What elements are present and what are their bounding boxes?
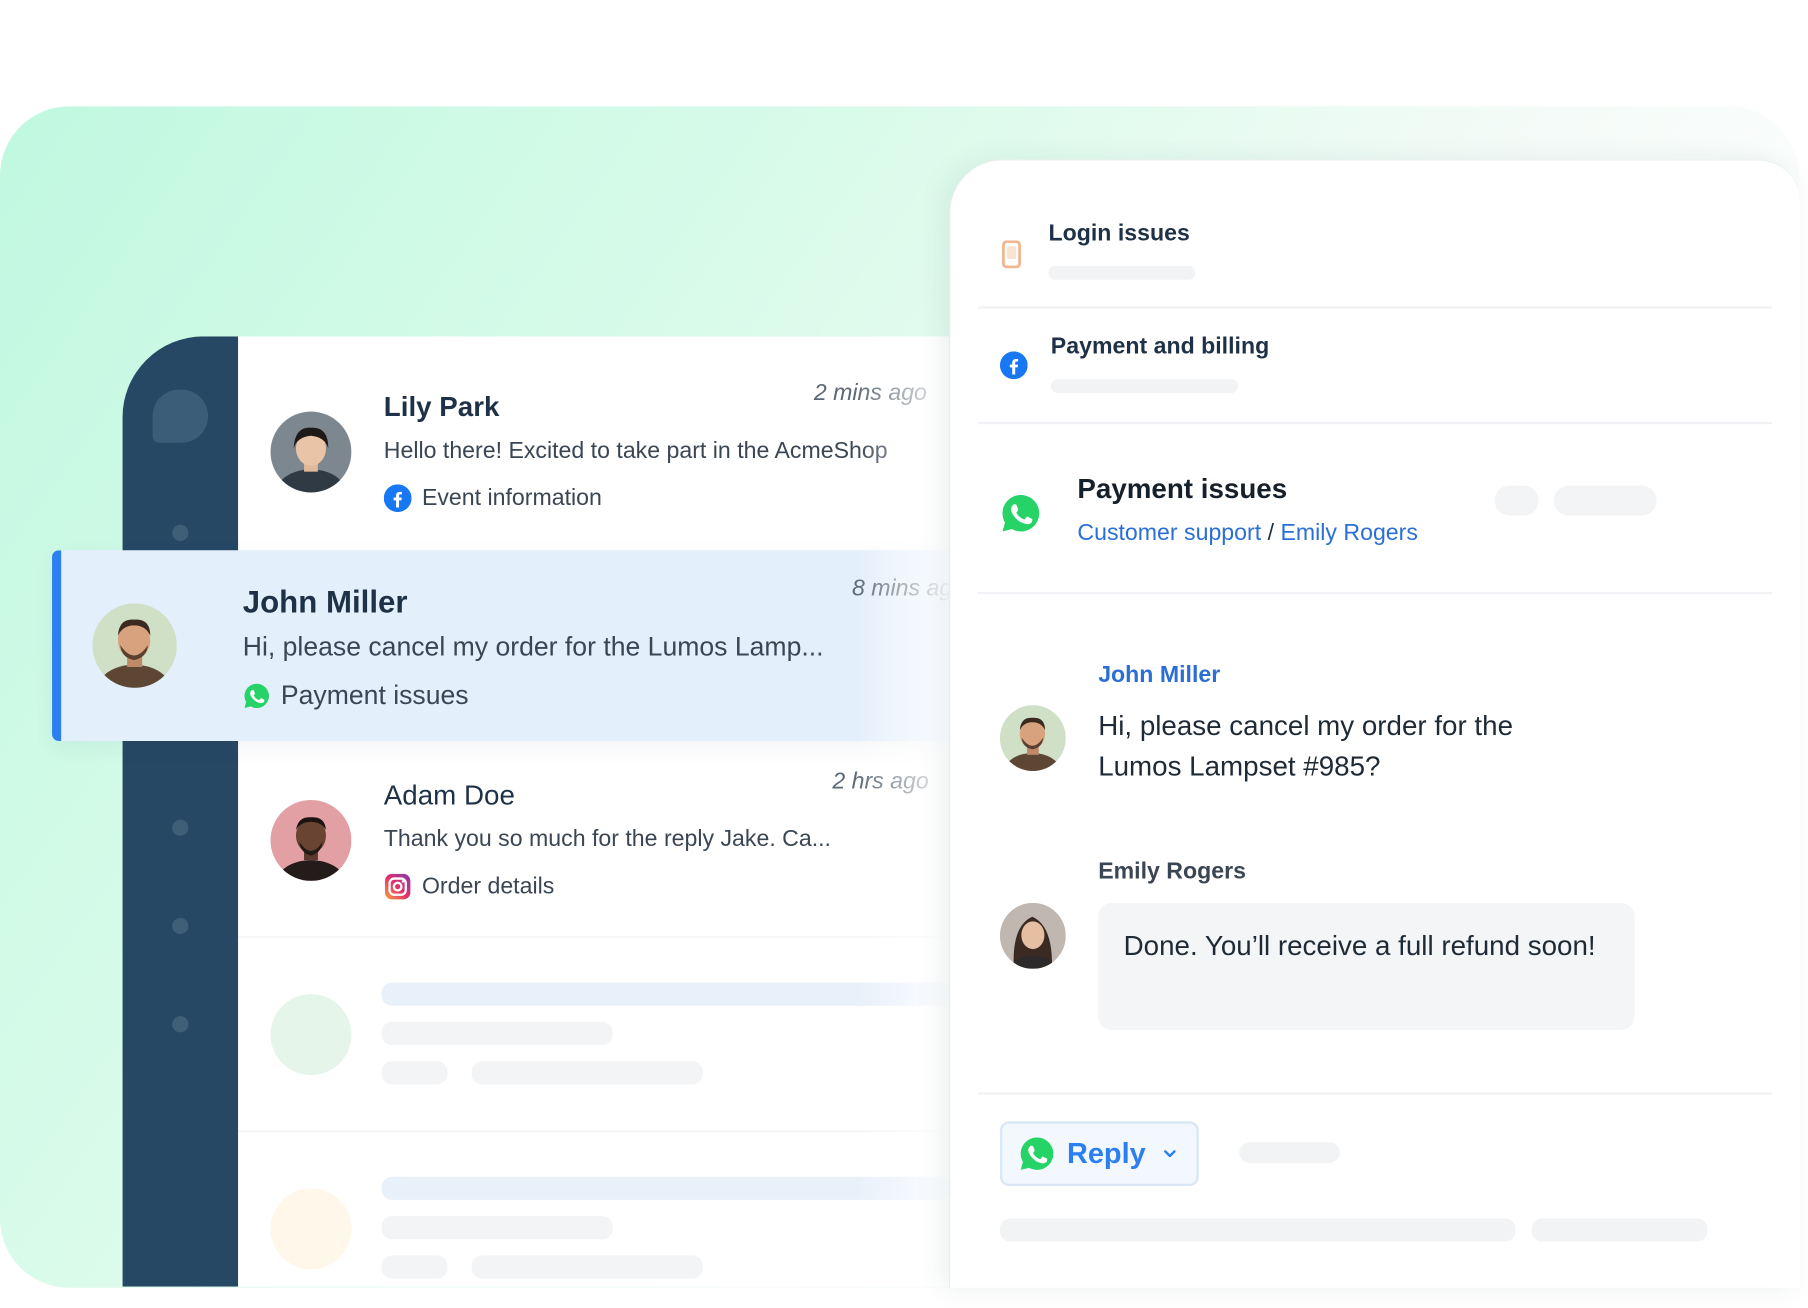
avatar bbox=[270, 799, 352, 881]
skeleton-line bbox=[1239, 1142, 1340, 1163]
nav-dot-icon[interactable] bbox=[172, 819, 189, 836]
contact-name: Lily Park bbox=[383, 391, 500, 424]
avatar bbox=[270, 411, 352, 493]
message-preview: Hi, please cancel my order for the Lumos… bbox=[242, 631, 824, 662]
topic-item[interactable]: Payment and billing bbox=[950, 309, 1800, 422]
avatar bbox=[92, 603, 177, 688]
divider bbox=[977, 591, 1773, 595]
assignment-breadcrumb: Customer support / Emily Rogers bbox=[1077, 520, 1418, 547]
avatar bbox=[999, 902, 1066, 969]
timestamp: 2 hrs ago bbox=[832, 768, 929, 795]
topic-tag-label: Order details bbox=[421, 873, 555, 899]
nav-dot-icon[interactable] bbox=[172, 524, 189, 542]
placeholder-row bbox=[238, 936, 951, 1132]
mobile-icon bbox=[1002, 240, 1021, 269]
skeleton-line bbox=[1531, 1218, 1708, 1242]
message-preview: Thank you so much for the reply Jake. Ca… bbox=[383, 826, 832, 852]
breadcrumb-separator: / bbox=[1267, 520, 1275, 546]
topic-tag: Order details bbox=[384, 873, 555, 901]
whatsapp-icon bbox=[1002, 495, 1040, 532]
sidebar-rail bbox=[122, 336, 239, 1287]
topic-item[interactable]: Login issues bbox=[950, 161, 1800, 309]
timestamp: 2 mins ago bbox=[813, 380, 927, 406]
skeleton-line bbox=[381, 982, 951, 1006]
contact-name: Adam Doe bbox=[383, 780, 515, 812]
skeleton-pill bbox=[1553, 485, 1657, 516]
topic-tag: Payment issues bbox=[243, 680, 469, 711]
skeleton-line bbox=[381, 1255, 448, 1279]
topic-title: Payment and billing bbox=[1050, 334, 1270, 360]
skeleton-pill bbox=[1494, 485, 1539, 516]
skeleton-line bbox=[381, 1216, 613, 1240]
skeleton-line bbox=[471, 1255, 703, 1279]
conversation-item[interactable]: Lily Park 2 mins ago Hello there! Excite… bbox=[238, 336, 951, 552]
skeleton-line bbox=[381, 1176, 951, 1200]
placeholder-row bbox=[238, 1131, 951, 1287]
agent-link[interactable]: Emily Rogers bbox=[1280, 520, 1417, 545]
topic-tag-label: Event information bbox=[421, 484, 602, 511]
timestamp: 8 mins ago bbox=[851, 575, 950, 602]
skeleton-line bbox=[1050, 379, 1239, 394]
skeleton-line bbox=[381, 1061, 448, 1085]
conversation-list: Lily Park 2 mins ago Hello there! Excite… bbox=[238, 336, 951, 1287]
avatar-placeholder bbox=[270, 994, 352, 1076]
conversation-detail-card: Login issues Payment and billing Payment… bbox=[949, 159, 1800, 1288]
message-author: Emily Rogers bbox=[1098, 858, 1246, 885]
chevron-down-icon[interactable] bbox=[1162, 1146, 1178, 1162]
app-logo-icon[interactable] bbox=[152, 389, 209, 443]
skeleton-line bbox=[1048, 265, 1196, 280]
conversation-item[interactable]: Adam Doe 2 hrs ago Thank you so much for… bbox=[238, 741, 951, 938]
avatar bbox=[999, 705, 1066, 772]
avatar-placeholder bbox=[270, 1188, 352, 1270]
topic-tag-label: Payment issues bbox=[280, 679, 469, 710]
reply-button[interactable]: Reply bbox=[999, 1121, 1199, 1187]
message-bubble: Done. You’ll receive a full refund soon! bbox=[1098, 902, 1635, 1030]
active-topic-title: Payment issues bbox=[1077, 473, 1288, 506]
inbox-panel: Lily Park 2 mins ago Hello there! Excite… bbox=[122, 336, 951, 1287]
whatsapp-icon bbox=[1020, 1137, 1054, 1170]
reply-label: Reply bbox=[1066, 1136, 1146, 1170]
instagram-icon bbox=[384, 873, 411, 900]
team-link[interactable]: Customer support bbox=[1077, 520, 1261, 545]
skeleton-line bbox=[999, 1218, 1516, 1242]
message-text: Hi, please cancel my order for the Lumos… bbox=[1098, 710, 1514, 783]
skeleton-line bbox=[381, 1021, 613, 1046]
topic-tag: Event information bbox=[383, 484, 602, 513]
whatsapp-icon bbox=[244, 683, 269, 708]
message-author: John Miller bbox=[1098, 662, 1221, 688]
facebook-icon bbox=[383, 484, 412, 513]
facebook-icon bbox=[999, 351, 1028, 380]
nav-dot-icon[interactable] bbox=[172, 1016, 189, 1033]
message-preview: Hello there! Excited to take part in the… bbox=[383, 438, 888, 464]
active-topic-header: Payment issues Customer support / Emily … bbox=[950, 424, 1800, 592]
conversation-item-selected[interactable]: John Miller 8 mins ago Hi, please cancel… bbox=[52, 550, 951, 741]
topic-title: Login issues bbox=[1048, 220, 1190, 247]
contact-name: John Miller bbox=[242, 584, 408, 620]
divider bbox=[977, 1092, 1773, 1095]
nav-dot-icon[interactable] bbox=[172, 917, 189, 935]
skeleton-line bbox=[471, 1061, 703, 1085]
